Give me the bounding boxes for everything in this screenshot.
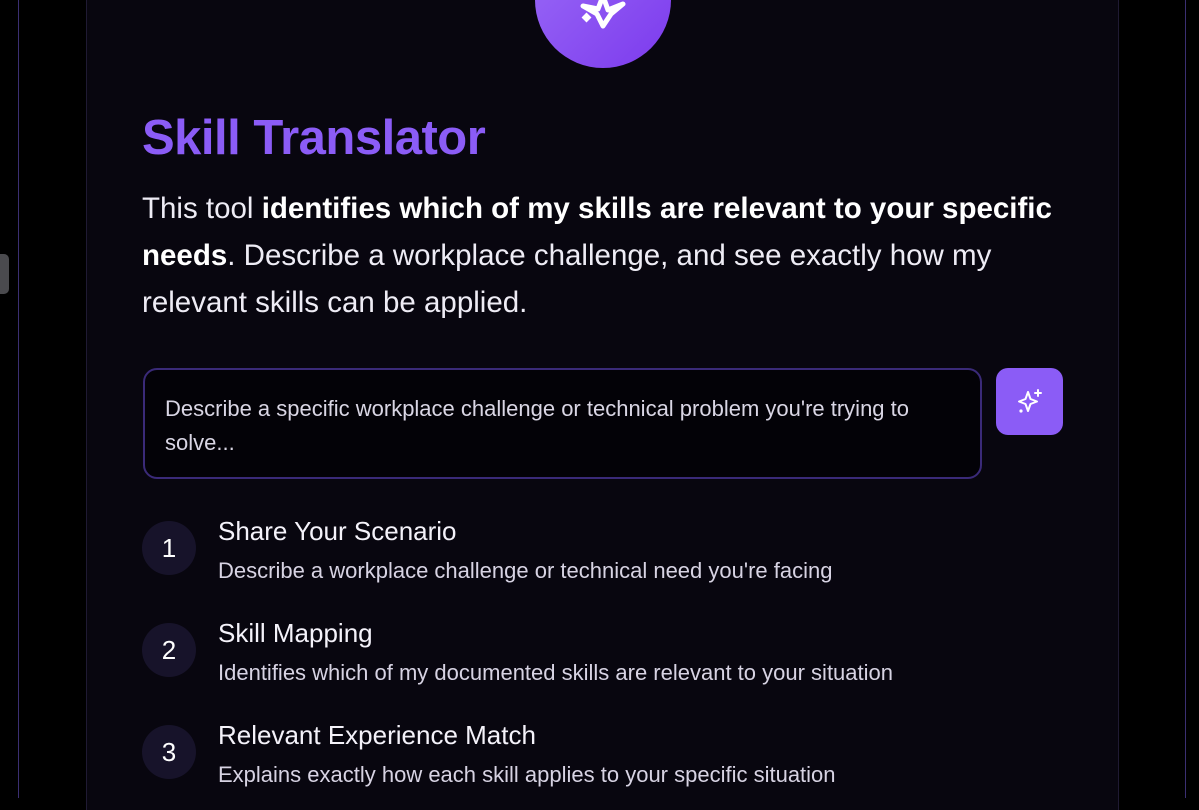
step-description: Explains exactly how each skill applies …: [218, 762, 836, 787]
intro-text-start: This tool: [142, 192, 262, 225]
scenario-input[interactable]: Describe a specific workplace challenge …: [143, 368, 982, 479]
step-title: Relevant Experience Match: [218, 720, 536, 750]
step-title: Share Your Scenario: [218, 516, 457, 546]
translate-button[interactable]: [996, 368, 1063, 435]
step-1: 1 Share Your Scenario Describe a workpla…: [142, 516, 1042, 601]
page-title: Skill Translator: [142, 111, 486, 165]
scrollbar-handle[interactable]: [0, 254, 9, 294]
scenario-input-placeholder: Describe a specific workplace challenge …: [165, 396, 910, 455]
step-description: Describe a workplace challenge or techni…: [218, 558, 833, 583]
sparkles-icon: [1017, 388, 1042, 413]
sparkle-icon: [580, 0, 626, 29]
step-3: 3 Relevant Experience Match Explains exa…: [142, 720, 1042, 805]
step-title: Skill Mapping: [218, 618, 373, 648]
step-number: 1: [142, 521, 196, 575]
step-description: Identifies which of my documented skills…: [218, 660, 893, 685]
step-2: 2 Skill Mapping Identifies which of my d…: [142, 618, 1042, 703]
intro-paragraph: This tool identifies which of my skills …: [142, 185, 1077, 326]
step-number: 2: [142, 623, 196, 677]
step-number: 3: [142, 725, 196, 779]
intro-text-end: . Describe a workplace challenge, and se…: [142, 239, 992, 319]
